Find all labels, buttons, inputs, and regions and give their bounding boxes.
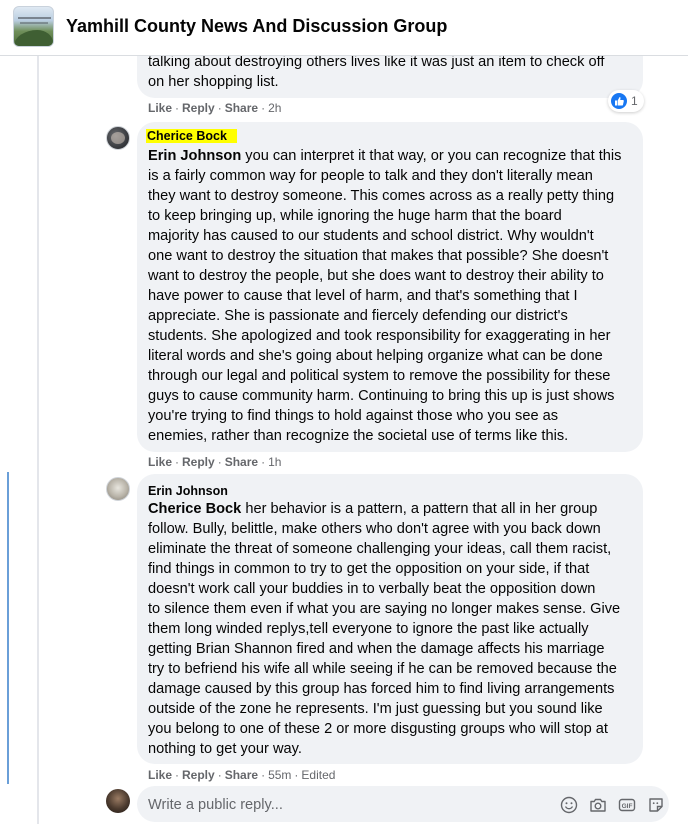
cherice-comment-actions: Like · Reply · Share · 1h	[148, 455, 282, 469]
reply-button[interactable]: Reply	[182, 101, 215, 115]
comment-line: to keep bringing up, while ignoring the …	[148, 208, 562, 224]
comment-line: follow. Bully, belittle, make others who…	[148, 521, 601, 537]
camera-icon[interactable]	[588, 795, 607, 814]
group-cover-thumbnail[interactable]	[13, 6, 54, 47]
current-user-avatar[interactable]	[106, 789, 130, 813]
reply-button[interactable]: Reply	[182, 768, 215, 782]
reaction-badge[interactable]: 1	[608, 90, 644, 112]
avatar-cherice-bock[interactable]	[106, 126, 130, 150]
comment-line: want to destroy the people, but she does…	[148, 268, 604, 284]
comment-author[interactable]: Cherice Bock	[146, 129, 237, 143]
comment-line: getting Brian Shannon fired and when the…	[148, 641, 605, 657]
comment-line: find things in common to try to get the …	[148, 561, 590, 577]
cherice-comment-text: Erin Johnson you can interpret it that w…	[148, 146, 621, 446]
mention-link[interactable]: Erin Johnson	[148, 148, 241, 164]
sticker-icon[interactable]	[646, 795, 665, 814]
like-button[interactable]: Like	[148, 768, 172, 782]
comment-line: you belong to one of these 2 or more dis…	[148, 721, 608, 737]
comment-line: nothing to get your way.	[148, 741, 302, 757]
comment-line: students. She apologized and took respon…	[148, 328, 611, 344]
comment-line: majority has caused to our students and …	[148, 228, 594, 244]
share-button[interactable]: Share	[225, 768, 258, 782]
timestamp[interactable]: 2h	[268, 101, 281, 115]
comment-line: them long winded replys,tell everyone to…	[148, 621, 589, 637]
comment-line: doesn't work call your buddies in to ver…	[148, 581, 596, 597]
mention-link[interactable]: Cherice Bock	[148, 501, 241, 517]
edited-label[interactable]: Edited	[301, 768, 335, 782]
comment-line: enemies, rather than recognize the socie…	[148, 428, 569, 444]
share-button[interactable]: Share	[225, 455, 258, 469]
comment-line: to silence them even if what you are say…	[148, 601, 621, 617]
gif-icon[interactable]: GIF	[617, 795, 636, 814]
like-button[interactable]: Like	[148, 101, 172, 115]
comment-line: guys to cause community harm. Continuing…	[148, 388, 615, 404]
comment-line: they want to destroy someone. This comes…	[148, 188, 615, 204]
reply-toolbar: GIF	[559, 795, 665, 814]
erin-comment-text: Cherice Bock her behavior is a pattern, …	[148, 499, 620, 759]
group-title[interactable]: Yamhill County News And Discussion Group	[66, 16, 447, 37]
comment-line: have power to cause that level of harm, …	[148, 288, 578, 304]
comment-line: you're trying to find things to hold aga…	[148, 408, 559, 424]
timestamp[interactable]: 1h	[268, 455, 281, 469]
comment-line: try to befriend his wife all while seein…	[148, 661, 617, 677]
like-button[interactable]: Like	[148, 455, 172, 469]
thumbs-up-icon	[611, 93, 627, 109]
top-comment-text: talking about destroying others lives li…	[148, 52, 604, 92]
erin-comment-actions: Like · Reply · Share · 55m · Edited	[148, 768, 336, 782]
comment-line: on her shopping list.	[148, 74, 279, 90]
reply-button[interactable]: Reply	[182, 455, 215, 469]
comment-line: damage caused by this group has forced h…	[148, 681, 615, 697]
comment-line: eliminate the threat of someone challeng…	[148, 541, 612, 557]
comment-line: outside of the zone he represents. I'm j…	[148, 701, 603, 717]
comment-author[interactable]: Erin Johnson	[148, 484, 228, 498]
comment-line: one want to destroy the situation that m…	[148, 248, 609, 264]
avatar-erin-johnson[interactable]	[106, 477, 130, 501]
comment-line: literal words and she's going about help…	[148, 348, 603, 364]
comment-line: is a fairly common way for people to tal…	[148, 168, 593, 184]
thread-highlight-line	[7, 472, 9, 784]
thread-line	[37, 56, 39, 824]
comment-line: through our legal and political system t…	[148, 368, 611, 384]
timestamp[interactable]: 55m	[268, 768, 291, 782]
group-header: Yamhill County News And Discussion Group	[0, 0, 688, 56]
top-comment-actions: Like · Reply · Share · 2h	[148, 101, 282, 115]
reaction-count: 1	[631, 94, 638, 108]
share-button[interactable]: Share	[225, 101, 258, 115]
comment-line: appreciate. She is passionate and fierce…	[148, 308, 568, 324]
reply-placeholder[interactable]: Write a public reply...	[148, 797, 283, 813]
comment-line: her behavior is a pattern, a pattern tha…	[241, 501, 598, 517]
svg-text:GIF: GIF	[621, 803, 632, 810]
emoji-icon[interactable]	[559, 795, 578, 814]
comment-line: you can interpret it that way, or you ca…	[241, 148, 622, 164]
